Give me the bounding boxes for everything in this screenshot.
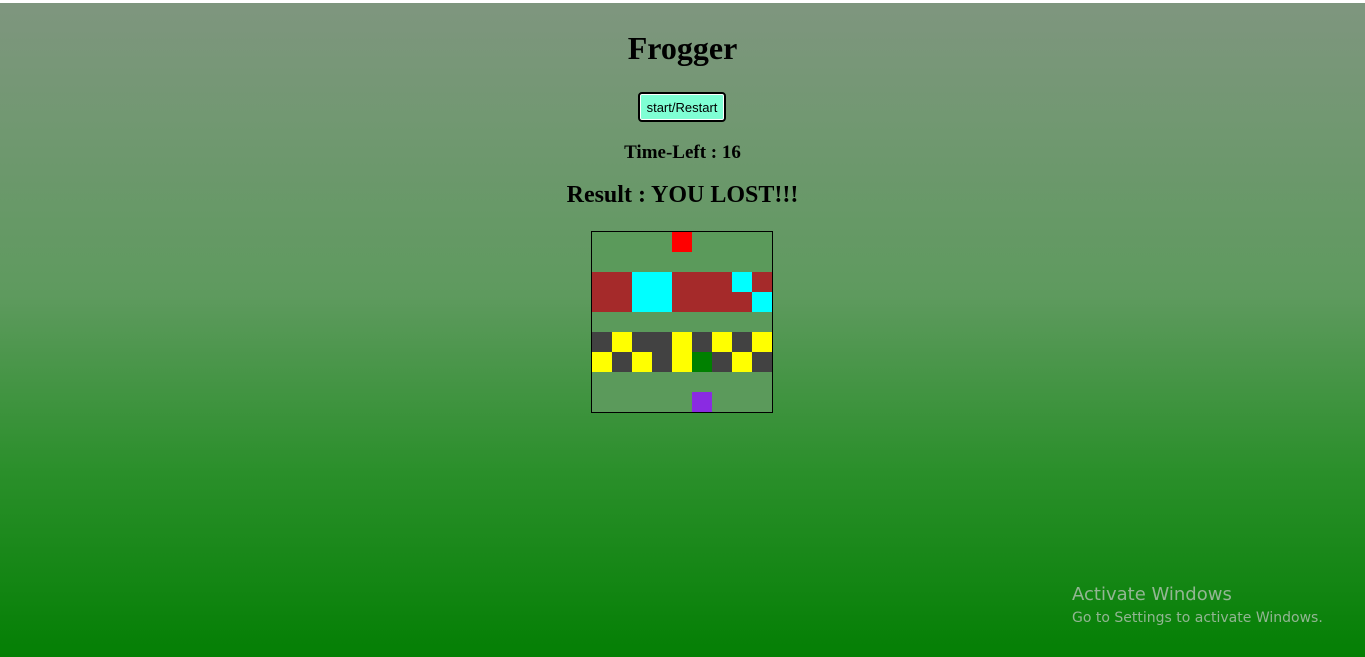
board-cell-grass: [612, 252, 632, 272]
board-cell-water: [652, 272, 672, 292]
board-cell-grass: [732, 392, 752, 412]
board-cell-grass: [692, 232, 712, 252]
board-cell-grass: [652, 232, 672, 252]
board-cell-car: [592, 352, 612, 372]
board-cell-log-right: [612, 272, 632, 292]
board-cell-grass: [692, 312, 712, 332]
board-cell-grass: [612, 312, 632, 332]
board-cell-car: [712, 332, 732, 352]
board-cell-car: [632, 352, 652, 372]
board-cell-road: [652, 352, 672, 372]
board-cell-car: [672, 352, 692, 372]
board-cell-grass: [652, 392, 672, 412]
watermark-subtitle: Go to Settings to activate Windows.: [1072, 610, 1323, 626]
watermark-title: Activate Windows: [1072, 584, 1232, 605]
board-cell-grass: [652, 312, 672, 332]
board-cell-grass: [712, 372, 732, 392]
board-cell-grass: [732, 312, 752, 332]
game-board: [591, 231, 773, 413]
board-cell-road: [732, 332, 752, 352]
board-cell-grass: [692, 252, 712, 272]
page-title: Frogger: [627, 30, 738, 66]
board-cell-log-right: [672, 292, 692, 312]
board-cell-grass: [712, 312, 732, 332]
board-cell-water: [652, 292, 672, 312]
board-cell-grass: [732, 252, 752, 272]
board-cell-grass: [752, 312, 772, 332]
board-cell-water: [752, 292, 772, 312]
board-cell-road: [652, 332, 672, 352]
board-cell-car: [612, 332, 632, 352]
board-cell-log-right: [592, 272, 612, 292]
board-cell-grass: [752, 392, 772, 412]
board-cell-car: [752, 332, 772, 352]
board-cell-grass: [672, 372, 692, 392]
board-cell-road: [692, 332, 712, 352]
board-cell-road: [612, 352, 632, 372]
board-cell-grass: [632, 392, 652, 412]
board-cell-log-right: [752, 272, 772, 292]
board-cell-grass: [632, 232, 652, 252]
board-cell-log-right: [672, 272, 692, 292]
board-cell-log-right: [692, 272, 712, 292]
board-cell-water: [732, 272, 752, 292]
board-cell-grass: [732, 372, 752, 392]
board-cell-road: [632, 332, 652, 352]
board-cell-grass: [712, 232, 732, 252]
board-cell-grass: [752, 252, 772, 272]
board-cell-grass: [592, 372, 612, 392]
board-cell-grass: [612, 392, 632, 412]
board-cell-log-right: [712, 292, 732, 312]
board-cell-starting-block: [692, 392, 712, 412]
board-cell-road: [712, 352, 732, 372]
result-display: Result : YOU LOST!!!: [566, 182, 799, 208]
board-cell-grass: [612, 232, 632, 252]
board-cell-car: [732, 352, 752, 372]
board-cell-grass: [752, 372, 772, 392]
board-cell-grass: [612, 372, 632, 392]
board-cell-grass: [672, 312, 692, 332]
board-cell-grass: [592, 312, 612, 332]
board-cell-grass: [672, 392, 692, 412]
board-cell-grass: [752, 232, 772, 252]
board-cell-grass: [592, 252, 612, 272]
start-restart-button[interactable]: start/Restart: [638, 92, 726, 122]
board-cell-road: [752, 352, 772, 372]
board-cell-grass: [632, 312, 652, 332]
top-border: [0, 0, 1365, 3]
board-cell-car: [672, 332, 692, 352]
board-cell-log-right: [692, 292, 712, 312]
board-cell-log-right: [612, 292, 632, 312]
board-cell-grass: [692, 372, 712, 392]
board-cell-log-right: [712, 272, 732, 292]
windows-activation-watermark: Activate Windows Go to Settings to activ…: [1072, 583, 1323, 629]
board-cell-grass: [672, 252, 692, 272]
board-cell-ending-block: [672, 232, 692, 252]
board-cell-road: [592, 332, 612, 352]
board-cell-grass: [632, 252, 652, 272]
board-cell-grass: [652, 252, 672, 272]
board-cell-water: [632, 272, 652, 292]
board-cell-water: [632, 292, 652, 312]
board-cell-grass: [592, 392, 612, 412]
board-cell-grass: [652, 372, 672, 392]
time-left-display: Time-Left : 16: [624, 142, 741, 163]
board-cell-grass: [592, 232, 612, 252]
board-cell-grass: [632, 372, 652, 392]
board-cell-frog: [692, 352, 712, 372]
board-cell-log-right: [592, 292, 612, 312]
board-cell-grass: [712, 392, 732, 412]
board-cell-log-right: [732, 292, 752, 312]
board-cell-grass: [732, 232, 752, 252]
board-cell-grass: [712, 252, 732, 272]
